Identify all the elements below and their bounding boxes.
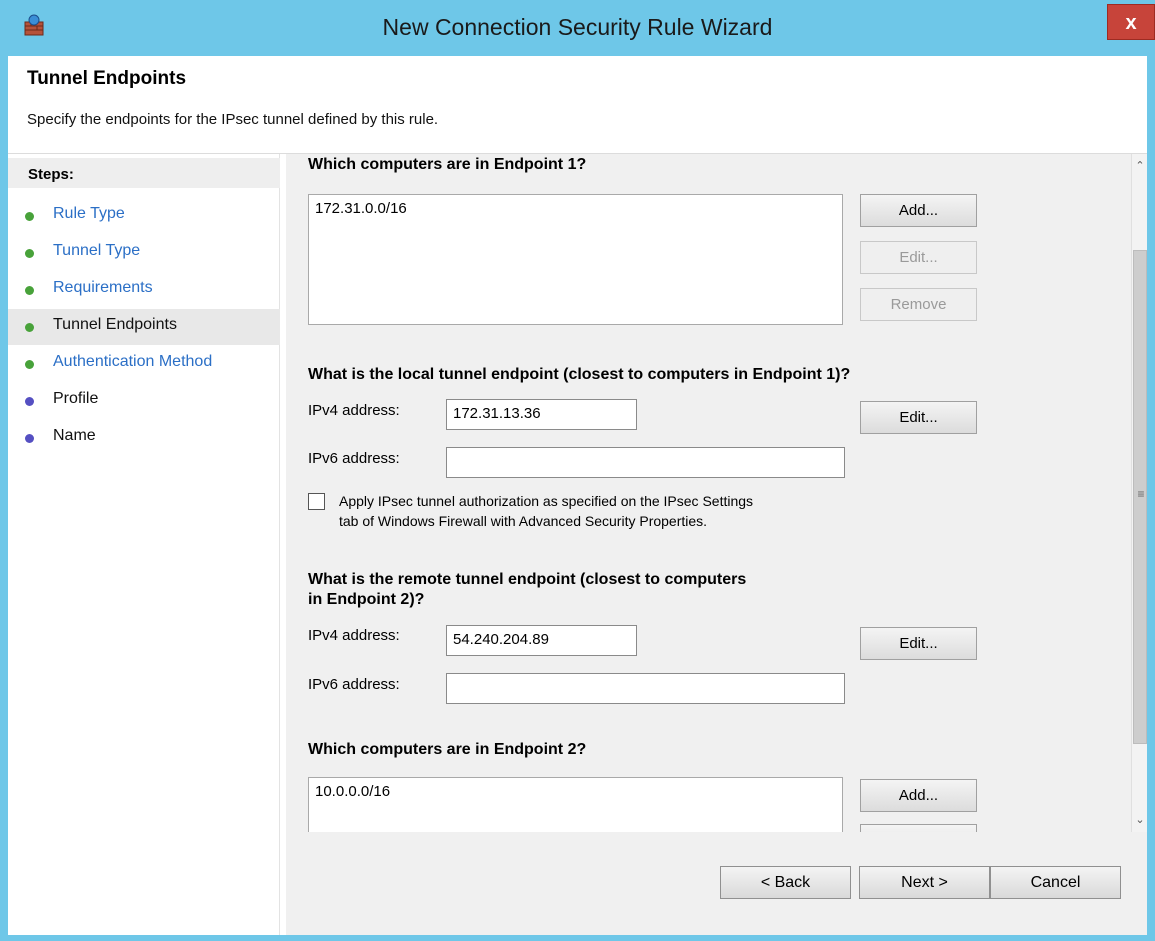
remote-ipv6-input[interactable] (446, 673, 845, 704)
remote-ipv4-label: IPv4 address: (308, 627, 400, 644)
close-button[interactable]: x (1107, 4, 1155, 40)
steps-panel: Steps: Rule Type Tunnel Type Requirements T… (8, 154, 280, 935)
endpoint2-add-button[interactable]: Add... (860, 779, 977, 812)
steps-heading: Steps: (8, 158, 280, 188)
endpoint1-edit-button[interactable]: Edit... (860, 241, 977, 274)
grip-icon: ≡ (1137, 487, 1145, 501)
step-requirements[interactable]: Requirements (8, 272, 280, 308)
step-label: Profile (53, 390, 99, 407)
step-status-dot-icon (25, 397, 34, 406)
step-status-dot-icon (25, 323, 34, 332)
page-title: Tunnel Endpoints (27, 68, 187, 89)
endpoint1-heading: Which computers are in Endpoint 1? (308, 156, 587, 173)
remote-endpoint-heading-line1: What is the remote tunnel endpoint (clos… (308, 571, 747, 588)
local-ipv6-input[interactable] (446, 447, 845, 478)
step-authentication-method[interactable]: Authentication Method (8, 346, 280, 382)
back-button[interactable]: < Back (720, 866, 851, 899)
local-ipv4-input[interactable]: 172.31.13.36 (446, 399, 637, 430)
local-endpoint-edit-button[interactable]: Edit... (860, 401, 977, 434)
remote-endpoint-heading: What is the remote tunnel endpoint (clos… (308, 570, 746, 610)
step-status-dot-icon (25, 212, 34, 221)
step-label: Tunnel Endpoints (53, 316, 177, 333)
next-button[interactable]: Next > (859, 866, 990, 899)
endpoint2-list[interactable]: 10.0.0.0/16 (308, 777, 843, 832)
endpoint2-heading: Which computers are in Endpoint 2? (308, 741, 587, 758)
page-description: Specify the endpoints for the IPsec tunn… (27, 111, 439, 128)
step-label: Rule Type (53, 205, 125, 222)
step-rule-type[interactable]: Rule Type (8, 198, 280, 234)
ipsec-authorization-checkbox[interactable] (308, 493, 325, 510)
step-label: Requirements (53, 279, 153, 296)
endpoint2-edit-button-partial[interactable] (860, 824, 977, 832)
endpoint1-remove-button[interactable]: Remove (860, 288, 977, 321)
endpoint1-list-item[interactable]: 172.31.0.0/16 (315, 200, 842, 217)
step-name: Name (8, 420, 280, 456)
wizard-window: New Connection Security Rule Wizard x Tu… (0, 0, 1155, 941)
scrollbar-thumb[interactable]: ≡ (1133, 250, 1147, 744)
scroll-up-arrow-icon[interactable]: ⌃ (1132, 154, 1148, 178)
scroll-down-arrow-icon[interactable]: ⌄ (1132, 808, 1148, 832)
endpoint2-list-item[interactable]: 10.0.0.0/16 (315, 783, 842, 800)
step-tunnel-type[interactable]: Tunnel Type (8, 235, 280, 271)
ipsec-authorization-label-line1: Apply IPsec tunnel authorization as spec… (339, 493, 754, 509)
step-status-dot-icon (25, 360, 34, 369)
remote-ipv6-label: IPv6 address: (308, 676, 400, 693)
wizard-header: Tunnel Endpoints Specify the endpoints f… (8, 56, 1147, 152)
window-title: New Connection Security Rule Wizard (382, 14, 773, 40)
ipsec-authorization-label: Apply IPsec tunnel authorization as spec… (339, 491, 753, 531)
step-label: Authentication Method (53, 353, 213, 370)
local-ipv6-label: IPv6 address: (308, 450, 400, 467)
endpoint1-list[interactable]: 172.31.0.0/16 (308, 194, 843, 325)
remote-endpoint-edit-button[interactable]: Edit... (860, 627, 977, 660)
step-tunnel-endpoints: Tunnel Endpoints (8, 309, 280, 345)
local-endpoint-heading: What is the local tunnel endpoint (close… (308, 366, 851, 383)
vertical-scrollbar[interactable]: ⌃ ≡ ⌄ (1131, 154, 1147, 832)
step-profile: Profile (8, 383, 280, 419)
step-status-dot-icon (25, 286, 34, 295)
cancel-button[interactable]: Cancel (990, 866, 1121, 899)
step-status-dot-icon (25, 249, 34, 258)
remote-endpoint-heading-line2: in Endpoint 2)? (308, 591, 425, 608)
step-status-dot-icon (25, 434, 34, 443)
step-label: Name (53, 427, 96, 444)
content-panel: Which computers are in Endpoint 1? 172.3… (286, 154, 1147, 935)
title-bar: New Connection Security Rule Wizard x (0, 0, 1155, 56)
scrollable-form: Which computers are in Endpoint 1? 172.3… (286, 154, 1129, 832)
remote-ipv4-input[interactable]: 54.240.204.89 (446, 625, 637, 656)
step-label: Tunnel Type (53, 242, 141, 259)
wizard-client: Tunnel Endpoints Specify the endpoints f… (8, 56, 1147, 935)
ipsec-authorization-label-line2: tab of Windows Firewall with Advanced Se… (339, 513, 708, 529)
local-ipv4-label: IPv4 address: (308, 402, 400, 419)
endpoint1-add-button[interactable]: Add... (860, 194, 977, 227)
